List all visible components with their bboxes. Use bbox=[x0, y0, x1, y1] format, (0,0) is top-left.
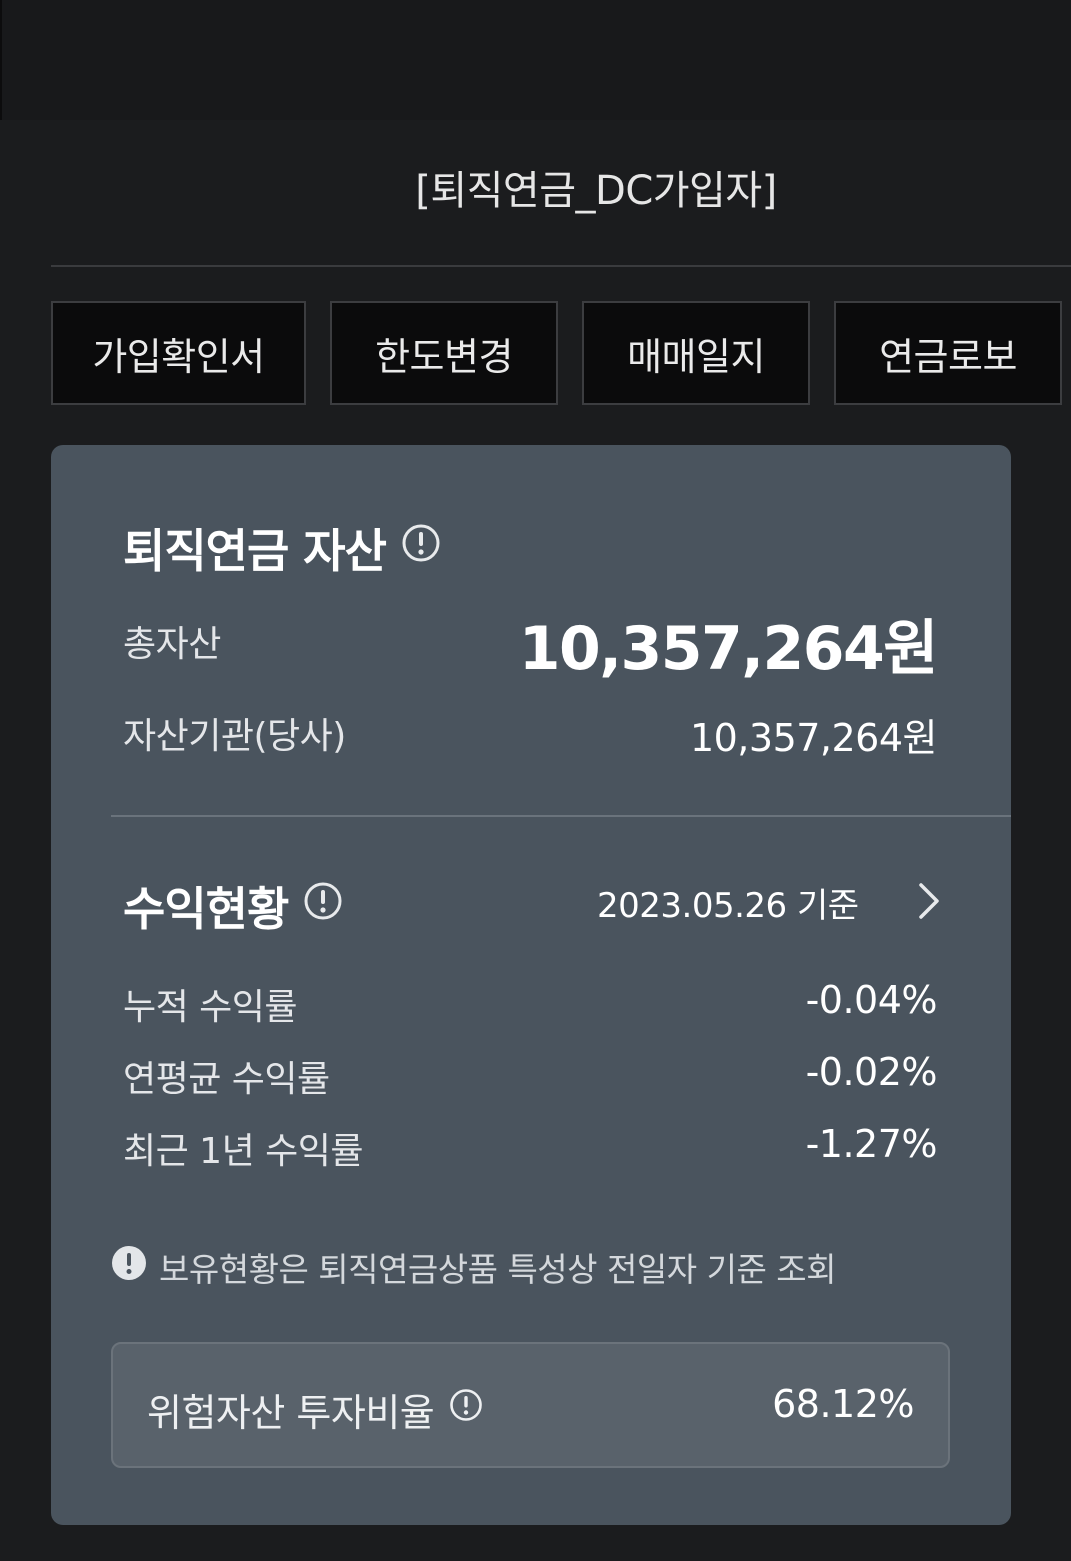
tab-limit-change[interactable]: 한도변경 bbox=[330, 301, 558, 405]
assets-title-text: 퇴직연금 자산 bbox=[123, 524, 387, 578]
chevron-right-icon[interactable] bbox=[913, 881, 943, 925]
cumulative-return-value: -0.04% bbox=[805, 978, 938, 1022]
risk-asset-ratio-box: 위험자산 투자비율 68.12% bbox=[111, 1342, 950, 1468]
holding-notice: 보유현황은 퇴직연금상품 특성상 전일자 기준 조회 bbox=[111, 1243, 837, 1291]
total-assets-value: 10,357,264원 bbox=[518, 614, 939, 684]
risk-asset-ratio-label: 위험자산 투자비율 bbox=[147, 1391, 435, 1435]
institution-assets-label: 자산기관(당사) bbox=[123, 716, 346, 757]
assets-section-title: 퇴직연금 자산 bbox=[123, 515, 442, 581]
annual-avg-return-value: -0.02% bbox=[805, 1050, 938, 1094]
info-circle-icon[interactable] bbox=[400, 521, 442, 575]
holding-notice-text: 보유현황은 퇴직연금상품 특성상 전일자 기준 조회 bbox=[159, 1250, 837, 1289]
tab-bar: 가입확인서 한도변경 매매일지 연금로보 bbox=[51, 301, 1071, 409]
total-assets-label: 총자산 bbox=[123, 624, 221, 665]
tab-trading-journal[interactable]: 매매일지 bbox=[582, 301, 810, 405]
tab-pension-robo[interactable]: 연금로보 bbox=[834, 301, 1062, 405]
institution-assets-value: 10,357,264원 bbox=[689, 716, 938, 760]
info-circle-icon[interactable] bbox=[448, 1387, 484, 1432]
risk-asset-ratio-value: 68.12% bbox=[772, 1382, 914, 1426]
recent-year-return-label: 최근 1년 수익률 bbox=[123, 1131, 364, 1172]
exclamation-filled-icon bbox=[111, 1245, 147, 1289]
title-divider bbox=[51, 265, 1071, 267]
info-circle-icon[interactable] bbox=[302, 879, 344, 933]
top-bar bbox=[0, 0, 1071, 120]
pension-summary-card: 퇴직연금 자산 총자산 10,357,264원 자산기관(당사) 10,357,… bbox=[51, 445, 1011, 1525]
top-bar-edge bbox=[0, 0, 2, 120]
page-title: [퇴직연금_DC가입자] bbox=[415, 168, 777, 214]
returns-section-title: 수익현황 bbox=[123, 873, 344, 939]
tab-membership-certificate[interactable]: 가입확인서 bbox=[51, 301, 306, 405]
returns-date-link[interactable]: 2023.05.26 기준 bbox=[597, 878, 859, 927]
section-divider bbox=[111, 815, 1011, 817]
annual-avg-return-label: 연평균 수익률 bbox=[123, 1059, 330, 1100]
cumulative-return-label: 누적 수익률 bbox=[123, 987, 298, 1028]
recent-year-return-value: -1.27% bbox=[805, 1122, 938, 1166]
risk-asset-ratio-label-group: 위험자산 투자비율 bbox=[147, 1382, 484, 1437]
returns-title-text: 수익현황 bbox=[123, 882, 289, 936]
